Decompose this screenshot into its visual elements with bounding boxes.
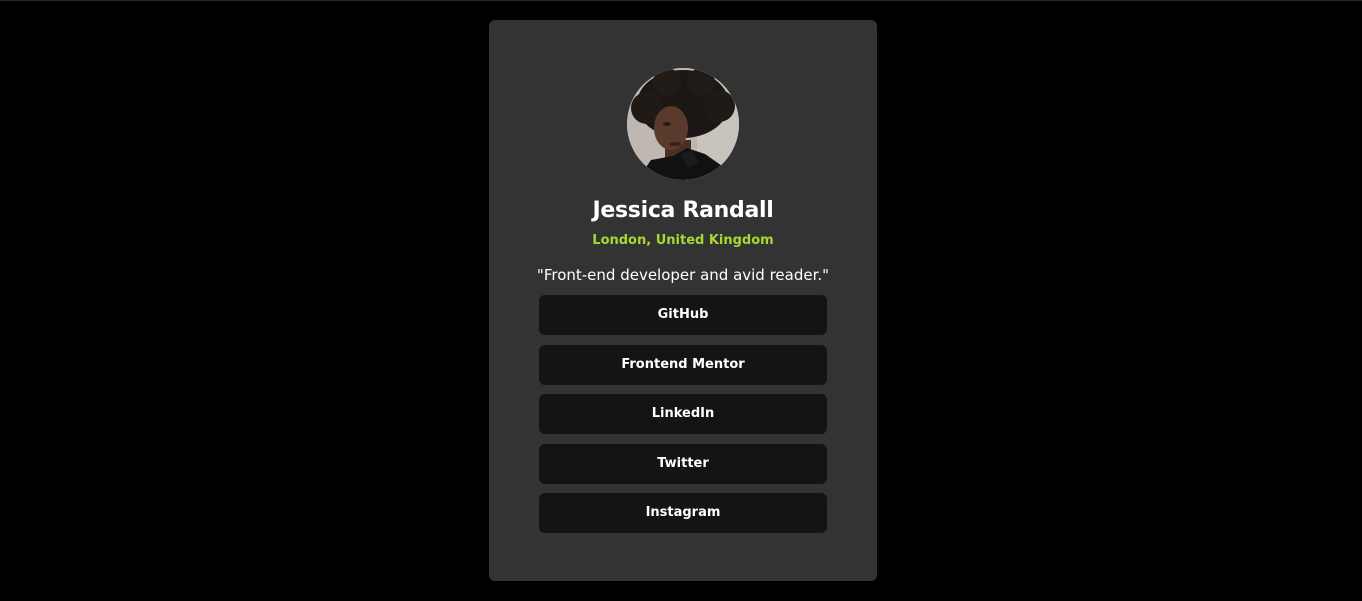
github-link-button[interactable]: GitHub xyxy=(539,295,827,335)
profile-card: Jessica Randall London, United Kingdom "… xyxy=(489,20,877,581)
twitter-link-button[interactable]: Twitter xyxy=(539,443,827,484)
avatar xyxy=(627,68,739,180)
avatar-photo xyxy=(627,68,739,180)
profile-name: Jessica Randall xyxy=(592,198,774,223)
profile-bio: "Front-end developer and avid reader." xyxy=(536,266,830,284)
page-top-border xyxy=(0,0,1362,1)
instagram-link-button[interactable]: Instagram xyxy=(539,493,827,534)
profile-location: London, United Kingdom xyxy=(592,233,774,248)
social-links: GitHub Frontend Mentor LinkedIn Twitter … xyxy=(539,295,827,543)
frontend-mentor-link-button[interactable]: Frontend Mentor xyxy=(539,344,827,385)
linkedin-link-button[interactable]: LinkedIn xyxy=(539,394,827,435)
